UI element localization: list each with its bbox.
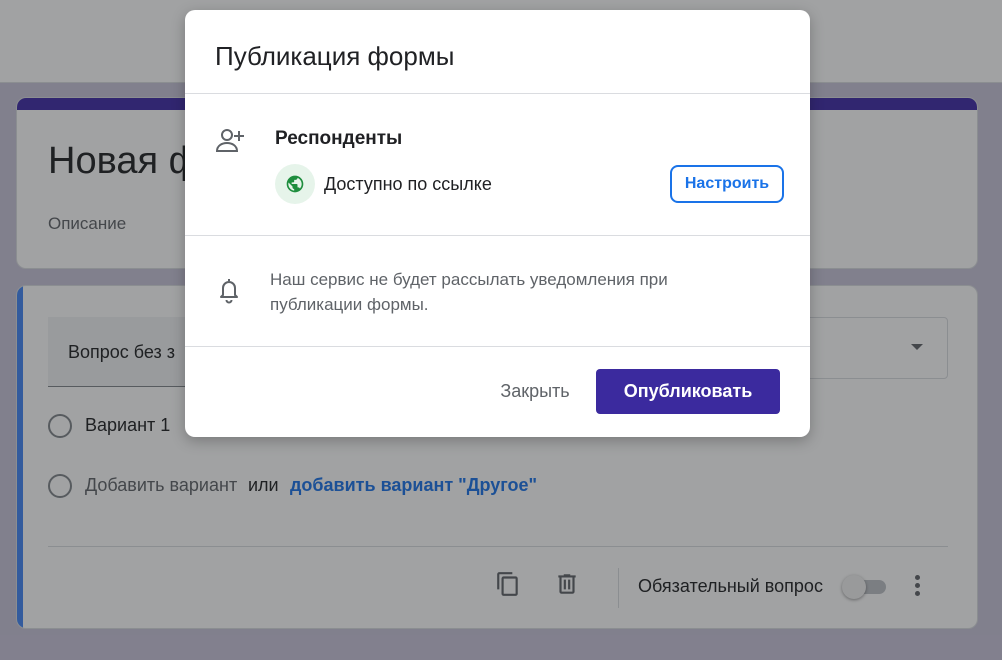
dialog-title: Публикация формы: [215, 41, 455, 71]
globe-badge: [275, 164, 315, 204]
bell-icon: [220, 279, 238, 304]
dialog-divider: [185, 93, 810, 94]
publish-dialog: Публикация формы Респонденты Доступно по…: [185, 10, 810, 437]
dialog-divider: [185, 346, 810, 347]
globe-icon: [286, 175, 304, 193]
respondents-title: Респонденты: [275, 128, 403, 149]
dialog-divider: [185, 235, 810, 236]
publish-button[interactable]: Опубликовать: [596, 369, 780, 414]
close-button[interactable]: Закрыть: [485, 371, 585, 411]
notification-notice: Наш сервис не будет рассылать уведомлени…: [270, 270, 668, 314]
access-status: Доступно по ссылке: [324, 174, 492, 194]
person-add-icon: [215, 129, 244, 152]
configure-button[interactable]: Настроить: [670, 165, 784, 203]
